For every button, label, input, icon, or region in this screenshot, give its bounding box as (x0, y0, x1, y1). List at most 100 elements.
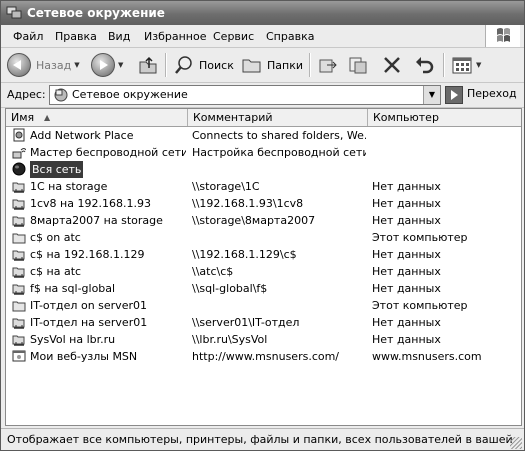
computer-cell: www.msnusers.com (372, 350, 482, 363)
folders-button[interactable]: Папки (241, 52, 303, 78)
comment-cell (192, 161, 366, 178)
search-button[interactable]: Поиск (173, 52, 234, 78)
item-name: IT-отдел на server01 (30, 316, 148, 329)
toolbar-separator (309, 53, 311, 77)
back-dropdown-icon: ▼ (74, 61, 80, 69)
forward-arrow-icon (91, 53, 115, 77)
table-row[interactable]: f$ на sql-global \\sql-global\f$ Нет данны… (6, 280, 521, 297)
address-bar: Адрес: Сетевое окружение ▼ Переход (1, 83, 524, 108)
computer-cell: Нет данных (372, 180, 441, 193)
views-dropdown-icon: ▼ (476, 61, 482, 69)
forward-button[interactable]: ▼ (91, 52, 123, 78)
go-arrow-icon (445, 86, 463, 104)
comment-cell: \\atc\c$ (192, 265, 234, 278)
network-share-icon (12, 182, 25, 193)
file-list[interactable]: Имя ▲ Комментарий Компьютер Add Network … (5, 108, 522, 426)
column-header-name[interactable]: Имя ▲ (6, 109, 188, 126)
name-cell: c$ на 192.168.1.129 (10, 246, 186, 263)
list-header: Имя ▲ Комментарий Компьютер (6, 109, 521, 127)
item-name: Мои веб-узлы MSN (30, 350, 138, 363)
column-header-computer[interactable]: Компьютер (368, 109, 521, 126)
menu-help[interactable]: Справка (266, 30, 314, 43)
item-name: c$ на 192.168.1.129 (30, 248, 145, 261)
title-bar[interactable]: Сетевое окружение (1, 1, 524, 25)
menu-tools[interactable]: Сервис (213, 30, 254, 43)
toolbar-separator (165, 53, 167, 77)
back-button[interactable]: Назад ▼ (7, 52, 80, 78)
sort-ascending-icon: ▲ (44, 113, 51, 122)
name-cell: IT-отдел on server01 (10, 297, 186, 314)
menu-favorites[interactable]: Избранное (144, 30, 206, 43)
column-header-comment[interactable]: Комментарий (188, 109, 368, 126)
comment-cell: Connects to shared folders, We... (192, 129, 366, 142)
table-row[interactable]: IT-отдел on server01 Этот компьютер (6, 297, 521, 314)
address-dropdown-icon[interactable]: ▼ (423, 86, 440, 104)
name-cell: Мои веб-узлы MSN (10, 348, 186, 365)
table-row[interactable]: Add Network Place Connects to shared fold… (6, 127, 521, 144)
table-row[interactable]: 1cv8 на 192.168.1.93 \\192.168.1.93\1cv8 Н… (6, 195, 521, 212)
network-share-icon (12, 318, 25, 329)
move-to-button[interactable] (317, 52, 339, 78)
item-name: c$ на atc (30, 265, 82, 278)
computer-cell: Нет данных (372, 316, 441, 329)
menu-bar: Файл Правка Вид Избранное Сервис Справка (1, 25, 524, 48)
undo-icon (416, 57, 434, 74)
network-places-icon (54, 88, 68, 102)
status-text: Отображает все компьютеры, принтеры, фай… (7, 433, 513, 450)
entire-network-icon (12, 162, 26, 176)
item-name: f$ на sql-global (30, 282, 116, 295)
comment-cell: \\server01\IT-отдел (192, 316, 300, 329)
go-button[interactable]: Переход (443, 85, 521, 104)
local-folder-icon (12, 301, 26, 312)
name-cell: c$ on atc (10, 229, 186, 246)
menu-file[interactable]: Файл (13, 30, 43, 43)
computer-cell: Нет данных (372, 248, 441, 261)
comment-cell: \\storage\8марта2007 (192, 214, 316, 227)
go-label: Переход (467, 87, 517, 100)
comment-cell: \\lbr.ru\SysVol (192, 333, 268, 346)
back-arrow-icon (7, 53, 31, 77)
table-row[interactable]: Мастер беспроводной сети Настройка беспро… (6, 144, 521, 161)
resize-grip[interactable] (510, 437, 522, 449)
menu-view[interactable]: Вид (108, 30, 130, 43)
comment-cell (192, 297, 366, 314)
item-name: SysVol на lbr.ru (30, 333, 116, 346)
computer-cell: Нет данных (372, 333, 441, 346)
up-folder-button[interactable] (137, 52, 159, 78)
undo-button[interactable] (413, 52, 435, 78)
comment-cell: \\storage\1C (192, 180, 260, 193)
copy-to-button[interactable] (347, 52, 369, 78)
table-row[interactable]: Мои веб-узлы MSN http://www.msnusers.com/… (6, 348, 521, 365)
name-cell: SysVol на lbr.ru (10, 331, 186, 348)
back-label: Назад (36, 58, 72, 72)
copy-to-icon (349, 57, 367, 74)
computer-cell: Нет данных (372, 197, 441, 210)
delete-button[interactable] (381, 52, 403, 78)
table-row[interactable]: SysVol на lbr.ru \\lbr.ru\SysVol Нет данны… (6, 331, 521, 348)
menu-edit[interactable]: Правка (55, 30, 97, 43)
table-row[interactable]: 1С на storage \\storage\1C Нет данных (6, 178, 521, 195)
table-row[interactable]: c$ на 192.168.1.129 \\192.168.1.129\c$ Нет… (6, 246, 521, 263)
address-input[interactable]: Сетевое окружение ▼ (49, 85, 441, 105)
computer-cell: Нет данных (372, 214, 441, 227)
computer-cell (372, 127, 512, 144)
toolbar: Назад ▼ ▼ Поиск Папки ▼ (1, 48, 524, 83)
table-row[interactable]: c$ on atc Этот компьютер (6, 229, 521, 246)
name-cell: 1С на storage (10, 178, 186, 195)
forward-dropdown-icon: ▼ (118, 61, 124, 69)
table-row[interactable]: IT-отдел на server01 \\server01\IT-отдел Н… (6, 314, 521, 331)
views-button[interactable]: ▼ (451, 52, 481, 78)
local-folder-icon (12, 233, 26, 244)
network-share-icon (12, 267, 25, 278)
network-share-icon (12, 250, 25, 261)
window-title: Сетевое окружение (27, 6, 165, 20)
address-value: Сетевое окружение (72, 88, 188, 101)
computer-cell (372, 144, 512, 161)
wireless-network-icon (12, 148, 26, 159)
name-cell: Мастер беспроводной сети (10, 144, 186, 161)
name-cell: IT-отдел на server01 (10, 314, 186, 331)
table-row[interactable]: 8марта2007 на storage \\storage\8марта200… (6, 212, 521, 229)
table-row[interactable]: Вся сеть (6, 161, 521, 178)
name-cell: c$ на atc (10, 263, 186, 280)
table-row[interactable]: c$ на atc \\atc\c$ Нет данных (6, 263, 521, 280)
